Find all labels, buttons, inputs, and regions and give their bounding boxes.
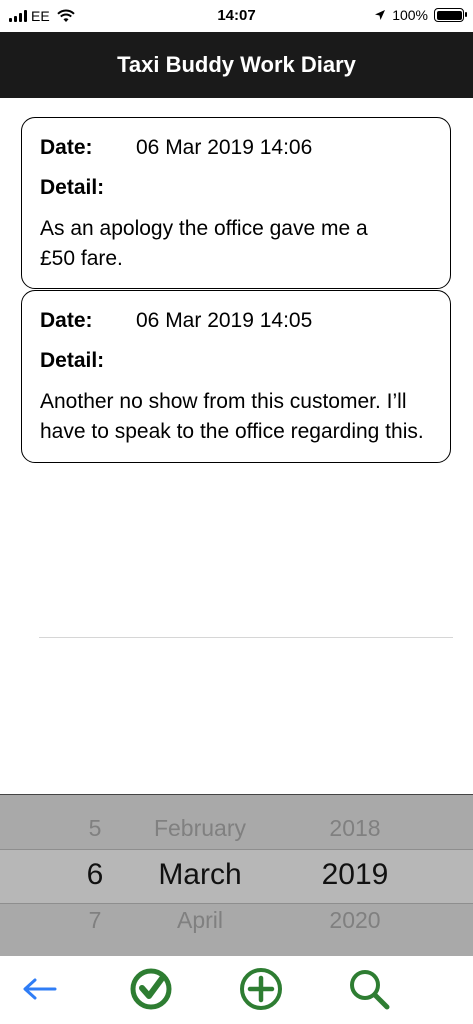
battery-percent: 100%: [392, 7, 428, 23]
picker-year-selected[interactable]: 2019: [300, 858, 410, 892]
date-value: 06 Mar 2019 14:06: [136, 136, 313, 159]
picker-year-next[interactable]: 2020: [300, 907, 410, 934]
picker-month-prev[interactable]: February: [135, 815, 265, 842]
entry-date-row: Date: 06 Mar 2019 14:05: [40, 301, 432, 341]
picker-month-selected[interactable]: March: [135, 858, 265, 892]
search-icon: [350, 970, 390, 1010]
date-picker[interactable]: 5 6 7 February March April 2018 2019 202…: [0, 794, 473, 956]
detail-line: As an apology the office gave me a: [40, 217, 368, 240]
status-right: 100%: [374, 7, 467, 23]
detail-text: Another no show from this customer. I’ll…: [40, 387, 432, 447]
divider: [39, 637, 453, 638]
date-value: 06 Mar 2019 14:05: [136, 309, 313, 332]
battery-icon: [434, 8, 467, 22]
detail-line: £50 fare.: [40, 247, 123, 270]
bottom-toolbar: [0, 956, 473, 1024]
back-button[interactable]: [14, 964, 64, 1014]
picker-day-next[interactable]: 7: [70, 907, 120, 934]
confirm-button[interactable]: [126, 964, 176, 1014]
entry-detail-row: Detail:: [40, 341, 432, 381]
diary-entry[interactable]: Date: 06 Mar 2019 14:06 Detail: As an ap…: [21, 117, 451, 289]
detail-label: Detail:: [40, 349, 105, 372]
app-header: Taxi Buddy Work Diary: [0, 32, 473, 98]
picker-month-next[interactable]: April: [135, 907, 265, 934]
plus-circle-icon: [240, 968, 282, 1010]
date-label: Date:: [40, 136, 93, 159]
search-button[interactable]: [344, 964, 394, 1014]
picker-day-selected[interactable]: 6: [70, 858, 120, 892]
status-bar: EE 14:07 100%: [0, 0, 473, 32]
location-arrow-icon: [375, 10, 386, 20]
detail-line: Another no show from this customer. I’ll: [40, 390, 407, 413]
detail-line: have to speak to the office regarding th…: [40, 420, 424, 443]
back-arrow-icon: [23, 978, 57, 1000]
entry-detail-row: Detail:: [40, 168, 432, 208]
entry-date-row: Date: 06 Mar 2019 14:06: [40, 128, 432, 168]
check-circle-icon: [130, 968, 172, 1010]
page-title: Taxi Buddy Work Diary: [117, 52, 356, 77]
detail-text: As an apology the office gave me a £50 f…: [40, 214, 432, 274]
date-label: Date:: [40, 309, 93, 332]
diary-entry[interactable]: Date: 06 Mar 2019 14:05 Detail: Another …: [21, 290, 451, 463]
picker-day-prev[interactable]: 5: [70, 815, 120, 842]
picker-year-prev[interactable]: 2018: [300, 815, 410, 842]
add-entry-button[interactable]: [236, 964, 286, 1014]
detail-label: Detail:: [40, 176, 105, 199]
